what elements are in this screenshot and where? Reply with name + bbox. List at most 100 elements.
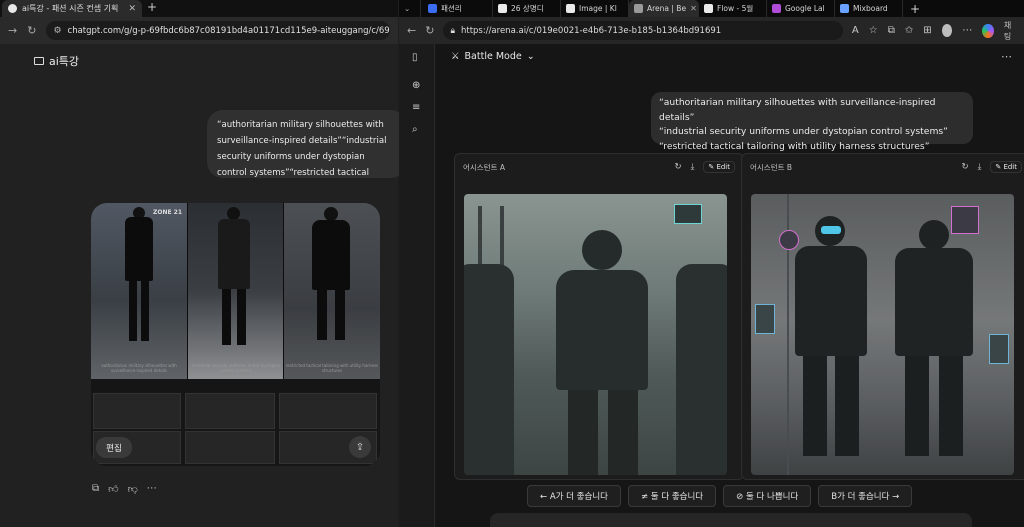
project-name: ai특강: [49, 55, 80, 68]
history-icon[interactable]: ≡: [412, 102, 420, 113]
more-icon[interactable]: ⋯: [147, 483, 157, 495]
vote-b-better-button[interactable]: B가 더 좋습니다 →: [818, 485, 913, 507]
regenerate-icon[interactable]: ↻: [674, 162, 681, 172]
split-screen-icon[interactable]: ⧉: [888, 25, 895, 36]
mode-selector[interactable]: ⚔ Battle Mode ⌄: [451, 51, 535, 62]
vote-both-bad-button[interactable]: ⊘ 둘 다 나쁩니다: [723, 485, 812, 507]
tab-1[interactable]: 패션리: [423, 0, 493, 17]
hologram: [951, 206, 979, 234]
soldier-leg: [835, 356, 859, 456]
chatgpt-icon: [8, 4, 17, 13]
figure-head: [324, 207, 338, 221]
caption-3: restricted tactical tailoring with utili…: [285, 363, 379, 373]
soldier-head: [582, 230, 622, 270]
left-tab-title: ai특강 - 패션 시즌 컨셉 기획: [22, 4, 119, 13]
soldier-body: [895, 248, 973, 356]
thumbs-down-icon[interactable]: 👎︎: [128, 483, 138, 495]
left-tab-chatgpt[interactable]: ai특강 - 패션 시즌 컨셉 기획 ✕: [2, 0, 142, 17]
detail-cell: [185, 431, 275, 464]
regenerate-icon[interactable]: ↻: [961, 162, 968, 172]
google-labs-icon: [772, 4, 781, 13]
assistant-a-card: 어시스턴트 A ↻ ⤓ ✎ Edit: [454, 153, 744, 480]
screen: [674, 204, 702, 224]
soldier-body: [795, 246, 867, 356]
figure-leg: [317, 290, 327, 340]
tab-6[interactable]: Google Lal: [767, 0, 835, 17]
close-icon[interactable]: ✕: [690, 4, 697, 13]
tab-7[interactable]: Mixboard: [835, 0, 903, 17]
edit-image-label: 편집: [106, 443, 122, 454]
favorites-icon[interactable]: ✩: [905, 25, 913, 36]
left-url-field[interactable]: ⚙ chatgpt.com/g/g-p-69fbdc6b87c08191bd4a…: [46, 21, 390, 40]
collections-icon[interactable]: ⊞: [923, 25, 931, 36]
vote-tie-button[interactable]: ≠ 둘 다 좋습니다: [627, 485, 717, 507]
image-panel-1: ZONE 21 authoritarian military silhouett…: [91, 203, 187, 379]
forward-icon[interactable]: →: [8, 24, 17, 37]
generated-image-card[interactable]: ZONE 21 authoritarian military silhouett…: [91, 203, 380, 466]
figure-body: [218, 219, 250, 289]
detail-cell: [93, 393, 181, 429]
tab-label: Image | Kl: [579, 4, 617, 13]
tab-2[interactable]: 26 상명디: [493, 0, 561, 17]
close-icon[interactable]: ✕: [128, 4, 136, 14]
arena-main: ⚔ Battle Mode ⌄ ⋯ “authoritarian militar…: [436, 44, 1024, 527]
assistant-b-card: 어시스턴트 B ↻ ⤓ ✎ Edit: [741, 153, 1024, 480]
profile-label[interactable]: 채팅: [1004, 20, 1016, 42]
assistant-b-image[interactable]: [751, 194, 1014, 475]
avatar[interactable]: [941, 24, 953, 37]
tab-favicon-icon: [428, 4, 437, 13]
tab-list-icon[interactable]: ⌄: [399, 0, 421, 17]
vote-buttons: ← A가 더 좋습니다 ≠ 둘 다 좋습니다 ⊘ 둘 다 나쁩니다 B가 더 좋…: [527, 485, 913, 507]
assistant-a-label: 어시스턴트 A: [463, 162, 506, 172]
mode-label: Battle Mode: [464, 51, 522, 62]
tab-label: Arena | Be: [647, 4, 687, 13]
figure-leg: [222, 289, 231, 345]
back-icon[interactable]: ←: [407, 24, 416, 37]
tab-5[interactable]: Flow - 5월: [699, 0, 767, 17]
left-url-text: chatgpt.com/g/g-p-69fbdc6b87c08191bd4a01…: [67, 25, 390, 36]
vote-a-better-button[interactable]: ← A가 더 좋습니다: [527, 485, 621, 507]
caption-2: industrial security uniforms under dysto…: [191, 363, 281, 373]
search-icon[interactable]: ⌕: [412, 124, 418, 135]
more-icon[interactable]: ⋯: [1001, 50, 1012, 63]
share-icon[interactable]: ⇪: [349, 436, 371, 458]
copy-icon[interactable]: ⧉: [92, 483, 99, 495]
assistant-b-tools: ↻ ⤓ ✎ Edit: [961, 161, 1022, 173]
reload-icon[interactable]: ↻: [425, 24, 434, 37]
assistant-b-label: 어시스턴트 B: [750, 162, 793, 172]
message-composer[interactable]: [490, 513, 972, 527]
soldier-leg: [608, 390, 638, 475]
reload-icon[interactable]: ↻: [27, 24, 36, 37]
edit-button[interactable]: ✎ Edit: [703, 161, 735, 173]
figure-body: [125, 217, 153, 281]
tab-label: 26 상명디: [511, 4, 544, 13]
download-icon[interactable]: ⤓: [978, 162, 982, 172]
detail-cell: [279, 393, 377, 429]
edit-button[interactable]: ✎ Edit: [990, 161, 1022, 173]
swords-icon: ⚔: [451, 51, 460, 62]
screen: ai특강 - 패션 시즌 컨셉 기획 ✕ + → ↻ ⚙ chatgpt.com…: [0, 0, 1024, 527]
project-header[interactable]: ai특강: [34, 53, 79, 69]
mixboard-icon: [840, 4, 849, 13]
assistant-a-header: 어시스턴트 A ↻ ⤓ ✎ Edit: [455, 154, 743, 180]
tab-label: Mixboard: [853, 4, 888, 13]
copilot-icon[interactable]: [982, 23, 994, 38]
new-tab-icon[interactable]: +: [147, 0, 157, 17]
tab-3[interactable]: Image | Kl: [561, 0, 629, 17]
new-tab-icon[interactable]: +: [905, 0, 923, 17]
favorite-icon[interactable]: ☆: [869, 25, 878, 36]
thumbs-up-icon[interactable]: 👍︎: [108, 483, 118, 495]
site-info-icon[interactable]: ⚙: [53, 26, 61, 36]
new-chat-icon[interactable]: ⊕: [412, 80, 420, 91]
right-url-field[interactable]: 🔒︎ https://arena.ai/c/019e0021-e4b6-713e…: [443, 21, 843, 40]
browser-toolbar: A ☆ ⧉ ✩ ⊞ ⋯ 채팅: [852, 20, 1016, 42]
download-icon[interactable]: ⤓: [691, 162, 695, 172]
assistant-a-image[interactable]: [464, 194, 727, 475]
message-actions: ⧉ 👍︎ 👎︎ ⋯: [92, 483, 157, 495]
read-aloud-icon[interactable]: A: [852, 25, 859, 36]
more-icon[interactable]: ⋯: [962, 25, 972, 36]
sidebar-toggle-icon[interactable]: ▯: [412, 52, 418, 63]
soldier-leg: [803, 356, 827, 456]
edit-image-button[interactable]: 편집: [96, 437, 132, 458]
tab-4-active[interactable]: Arena | Be ✕: [629, 0, 699, 17]
